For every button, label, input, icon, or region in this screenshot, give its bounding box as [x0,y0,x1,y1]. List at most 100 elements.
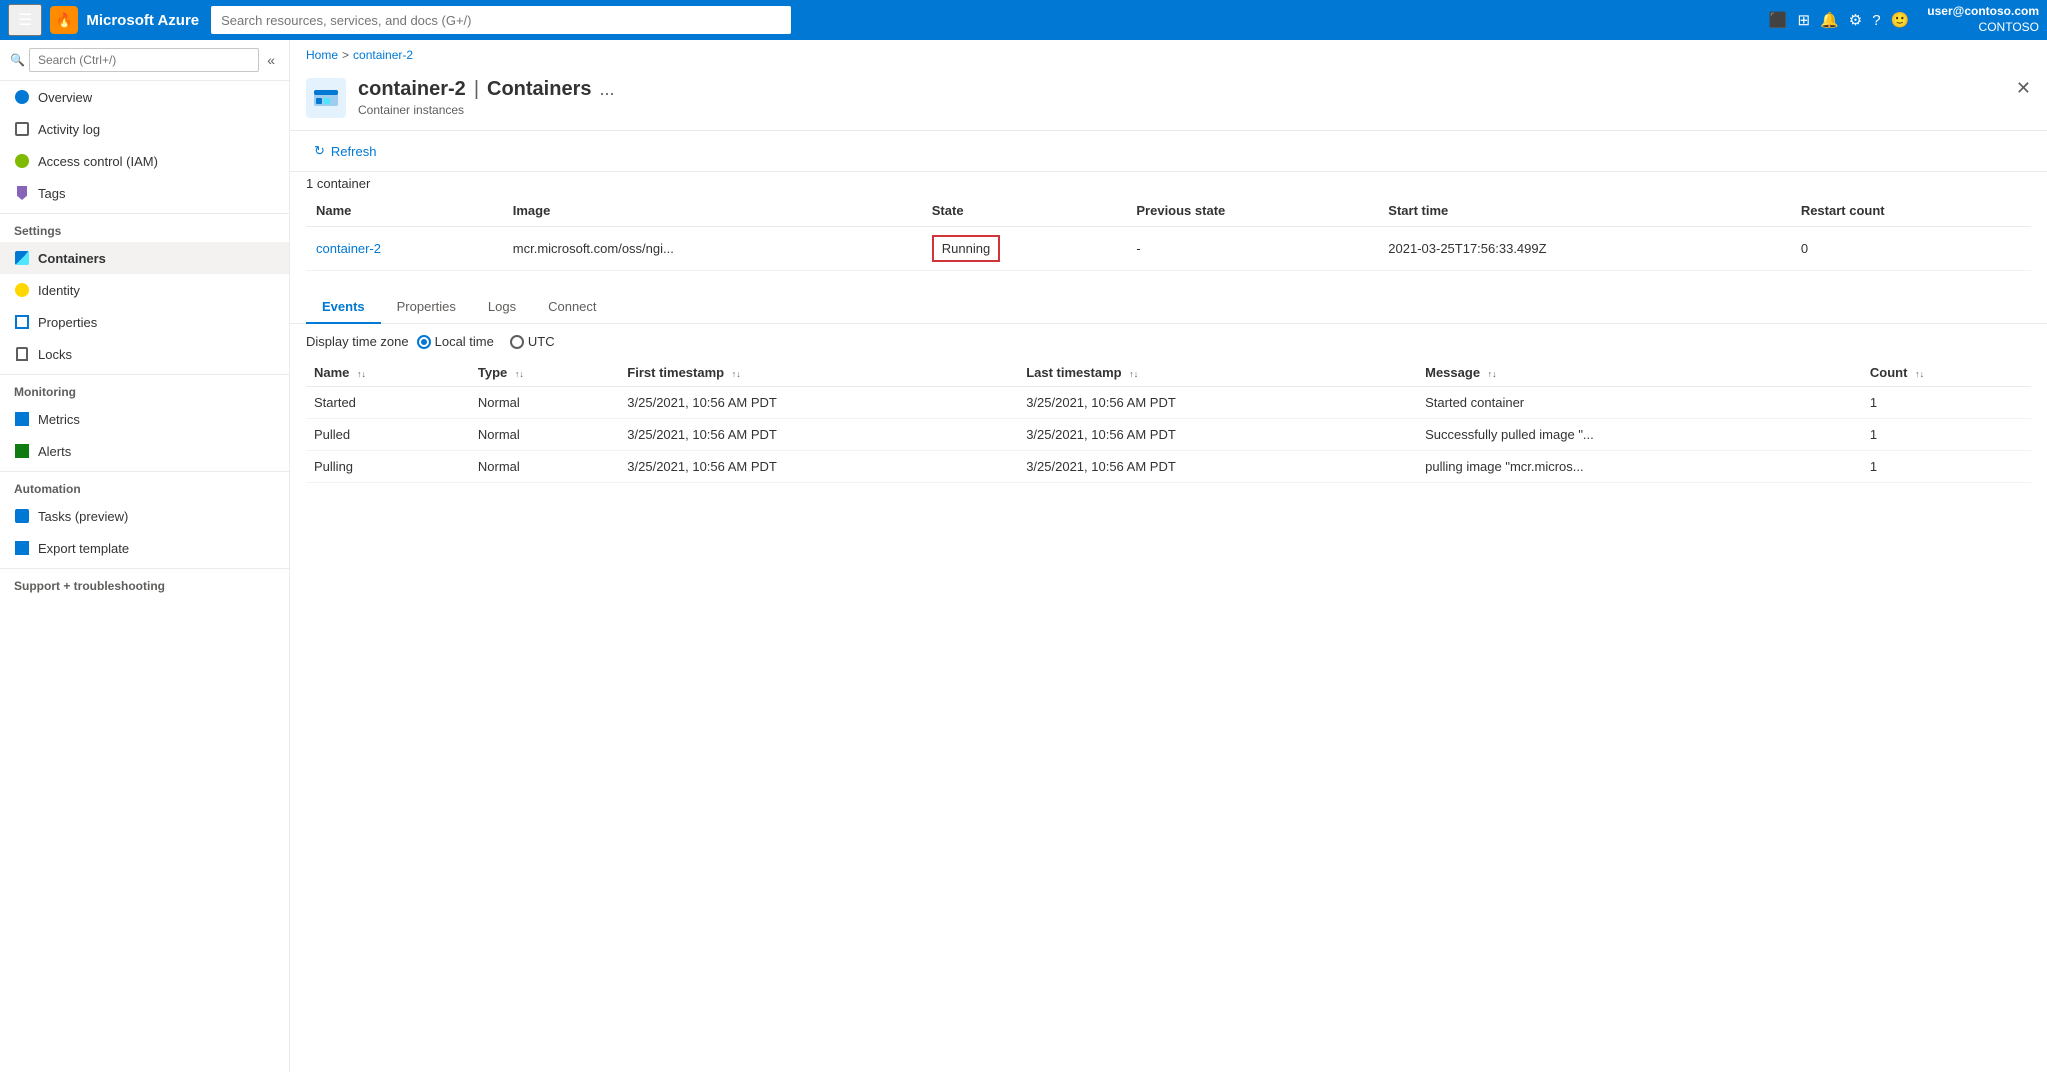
help-icon[interactable]: ? [1872,12,1880,29]
tab-connect[interactable]: Connect [532,291,612,324]
ev-message: Started container [1417,387,1862,419]
sort-count-icon[interactable]: ↑↓ [1915,370,1924,379]
sidebar-item-containers[interactable]: Containers [0,242,289,274]
ev-col-message: Message ↑↓ [1417,359,1862,387]
user-email: user@contoso.com [1927,4,2039,20]
radio-utc-label: UTC [528,334,555,349]
close-button[interactable]: ✕ [2016,78,2031,99]
cell-name: container-2 [306,227,503,271]
sort-name-icon[interactable]: ↑↓ [357,370,366,379]
col-prev-state: Previous state [1126,195,1378,227]
detail-tabs: Events Properties Logs Connect [290,291,2047,324]
radio-local-circle [417,335,431,349]
hamburger-menu[interactable]: ☰ [8,4,42,36]
sidebar-collapse-button[interactable]: « [263,48,279,72]
radio-local-time[interactable]: Local time [417,334,494,349]
col-state: State [922,195,1127,227]
radio-utc[interactable]: UTC [510,334,555,349]
ev-first-ts: 3/25/2021, 10:56 AM PDT [619,387,1018,419]
sidebar-item-tasks[interactable]: Tasks (preview) [0,500,289,532]
event-row-pulled[interactable]: Pulled Normal 3/25/2021, 10:56 AM PDT 3/… [306,419,2031,451]
sidebar-item-label: Properties [38,315,97,330]
sidebar-item-tags[interactable]: Tags [0,177,289,209]
sidebar-item-properties[interactable]: Properties [0,306,289,338]
more-options-button[interactable]: ... [599,79,614,100]
portal-menu-icon[interactable]: ⊞ [1798,11,1811,29]
sidebar-item-activity-log[interactable]: Activity log [0,113,289,145]
section-support: Support + troubleshooting [0,568,289,597]
resource-type: Containers [487,78,591,101]
sidebar-item-access-control[interactable]: Access control (IAM) [0,145,289,177]
ev-message: pulling image "mcr.micros... [1417,451,1862,483]
sidebar-item-locks[interactable]: Locks [0,338,289,370]
ev-first-ts: 3/25/2021, 10:56 AM PDT [619,419,1018,451]
tab-logs[interactable]: Logs [472,291,532,324]
event-row-pulling[interactable]: Pulling Normal 3/25/2021, 10:56 AM PDT 3… [306,451,2031,483]
ev-col-name: Name ↑↓ [306,359,470,387]
radio-utc-circle [510,335,524,349]
ev-type: Normal [470,451,619,483]
metrics-icon [14,411,30,427]
table-row[interactable]: container-2 mcr.microsoft.com/oss/ngi...… [306,227,2031,271]
sidebar-item-export-template[interactable]: Export template [0,532,289,564]
properties-icon [14,314,30,330]
global-search-input[interactable] [211,6,791,34]
cloud-shell-icon[interactable]: ⬛ [1769,11,1788,29]
tab-events[interactable]: Events [306,291,381,324]
sort-message-icon[interactable]: ↑↓ [1488,370,1497,379]
feedback-icon[interactable]: 🙂 [1891,11,1910,29]
resource-icon [306,78,346,118]
container-svg-icon [312,84,340,112]
col-name: Name [306,195,503,227]
tab-properties[interactable]: Properties [381,291,472,324]
sidebar-item-identity[interactable]: Identity [0,274,289,306]
sidebar-item-label: Metrics [38,412,80,427]
sidebar-search-input[interactable] [29,48,259,72]
sidebar-item-label: Containers [38,251,106,266]
sidebar-item-label: Overview [38,90,92,105]
sidebar-item-metrics[interactable]: Metrics [0,403,289,435]
main-layout: 🔍 « Overview Activity log Access control… [0,40,2047,1072]
iam-icon [14,153,30,169]
events-table-head: Name ↑↓ Type ↑↓ First timestamp ↑↓ [306,359,2031,387]
containers-table-body: container-2 mcr.microsoft.com/oss/ngi...… [306,227,2031,271]
timezone-row: Display time zone Local time UTC [290,324,2047,359]
sidebar-item-label: Identity [38,283,80,298]
container-count: 1 container [290,172,2047,195]
refresh-label: Refresh [331,144,377,159]
lower-section: Events Properties Logs Connect Display t… [290,291,2047,499]
section-monitoring: Monitoring [0,374,289,403]
event-row-started[interactable]: Started Normal 3/25/2021, 10:56 AM PDT 3… [306,387,2031,419]
sidebar-item-overview[interactable]: Overview [0,81,289,113]
sidebar-item-label: Export template [38,541,129,556]
settings-icon[interactable]: ⚙ [1849,11,1862,29]
user-account[interactable]: user@contoso.com CONTOSO [1927,4,2039,35]
col-image: Image [503,195,922,227]
notifications-icon[interactable]: 🔔 [1820,11,1839,29]
ev-last-ts: 3/25/2021, 10:56 AM PDT [1018,451,1417,483]
containers-table-wrapper: Name Image State Previous state Start ti… [290,195,2047,271]
azure-icon-badge: 🔥 [50,6,78,34]
breadcrumb-home[interactable]: Home [306,48,338,62]
events-table-wrapper: Name ↑↓ Type ↑↓ First timestamp ↑↓ [290,359,2047,499]
sort-type-icon[interactable]: ↑↓ [515,370,524,379]
topnav-actions: ⬛ ⊞ 🔔 ⚙ ? 🙂 user@contoso.com CONTOSO [1769,4,2039,35]
sidebar-search-row: 🔍 « [0,40,289,81]
main-content: Home > container-2 container-2 | Contain… [290,40,2047,1072]
section-settings: Settings [0,213,289,242]
events-header-row: Name ↑↓ Type ↑↓ First timestamp ↑↓ [306,359,2031,387]
col-restart-count: Restart count [1791,195,2031,227]
sidebar-item-alerts[interactable]: Alerts [0,435,289,467]
refresh-icon: ↻ [314,143,325,159]
sort-first-ts-icon[interactable]: ↑↓ [732,370,741,379]
ev-first-ts: 3/25/2021, 10:56 AM PDT [619,451,1018,483]
breadcrumb-separator: > [342,48,349,62]
table-header-row: Name Image State Previous state Start ti… [306,195,2031,227]
sidebar-item-label: Tags [38,186,65,201]
ev-col-first-ts: First timestamp ↑↓ [619,359,1018,387]
overview-icon [14,89,30,105]
sort-last-ts-icon[interactable]: ↑↓ [1129,370,1138,379]
refresh-button[interactable]: ↻ Refresh [306,139,384,163]
timezone-label: Display time zone [306,334,409,349]
breadcrumb-current[interactable]: container-2 [353,48,413,62]
